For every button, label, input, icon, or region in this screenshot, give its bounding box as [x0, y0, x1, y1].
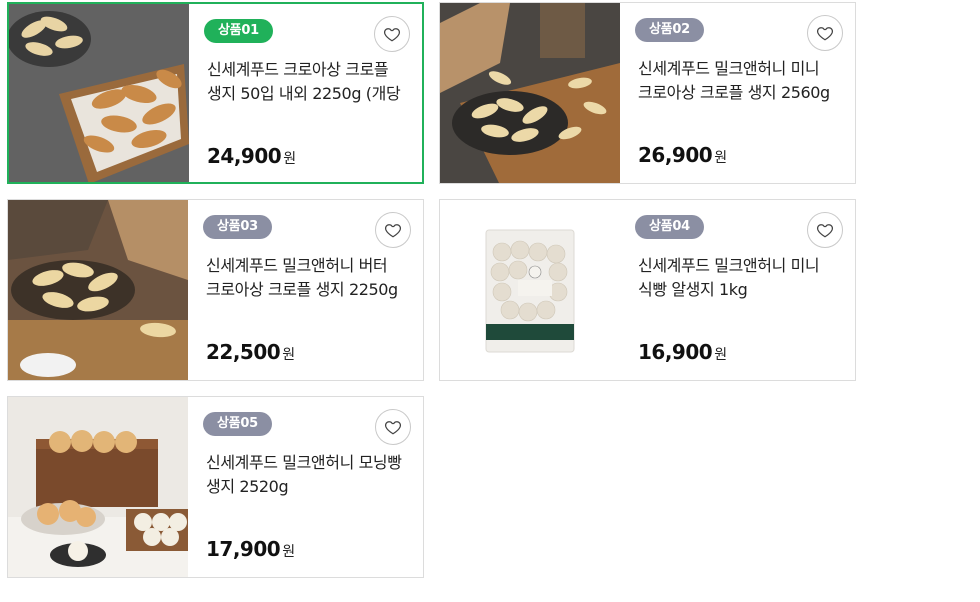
product-image-01[interactable] — [9, 4, 189, 182]
product-info-03: 상품03 신세계푸드 밀크앤허니 버터 크로아상 크로플 생지 2250g 22… — [188, 200, 423, 380]
product-info-02: 상품02 신세계푸드 밀크앤허니 미니 크로아상 크로플 생지 2560g 26… — [620, 3, 855, 183]
currency-unit: 원 — [282, 544, 296, 560]
product-title[interactable]: 신세계푸드 밀크앤허니 버터 크로아상 크로플 생지 2250g — [206, 254, 413, 302]
product-image-02[interactable] — [440, 3, 620, 183]
currency-unit: 원 — [714, 150, 728, 166]
product-card-01[interactable]: 상품01 신세계푸드 크로아상 크로플 생지 50입 내외 2250g (개당 … — [7, 2, 424, 184]
product-price: 26,900 — [638, 143, 713, 167]
product-title[interactable]: 신세계푸드 밀크앤허니 미니 식빵 알생지 1kg — [638, 254, 845, 302]
product-price: 16,900 — [638, 340, 713, 364]
heart-outline-icon — [384, 421, 402, 435]
currency-unit: 원 — [714, 347, 728, 363]
product-card-05[interactable]: 상품05 신세계푸드 밀크앤허니 모닝빵 생지 2520g 17,900 원 — [7, 396, 424, 578]
product-card-03[interactable]: 상품03 신세계푸드 밀크앤허니 버터 크로아상 크로플 생지 2250g 22… — [7, 199, 424, 381]
heart-outline-icon — [816, 27, 834, 41]
product-price: 24,900 — [207, 144, 282, 168]
product-image-03[interactable] — [8, 200, 188, 380]
product-image-04[interactable] — [440, 200, 620, 380]
product-grid: 상품01 신세계푸드 크로아상 크로플 생지 50입 내외 2250g (개당 … — [7, 2, 857, 582]
product-number-badge: 상품01 — [204, 19, 273, 43]
wishlist-button[interactable] — [374, 16, 410, 52]
heart-outline-icon — [383, 28, 401, 42]
wishlist-button[interactable] — [375, 212, 411, 248]
product-info-05: 상품05 신세계푸드 밀크앤허니 모닝빵 생지 2520g 17,900 원 — [188, 397, 423, 577]
heart-outline-icon — [816, 224, 834, 238]
product-number-badge: 상품04 — [635, 215, 704, 239]
product-title[interactable]: 신세계푸드 밀크앤허니 미니 크로아상 크로플 생지 2560g — [638, 57, 845, 105]
product-card-04[interactable]: 상품04 신세계푸드 밀크앤허니 미니 식빵 알생지 1kg 16,900 원 — [439, 199, 856, 381]
product-price-row: 26,900 원 — [638, 143, 727, 167]
currency-unit: 원 — [283, 151, 297, 167]
product-price: 22,500 — [206, 340, 281, 364]
wishlist-button[interactable] — [807, 212, 843, 248]
currency-unit: 원 — [282, 347, 296, 363]
product-number-badge: 상품05 — [203, 412, 272, 436]
product-number-badge: 상품02 — [635, 18, 704, 42]
product-number-badge: 상품03 — [203, 215, 272, 239]
wishlist-button[interactable] — [807, 15, 843, 51]
product-title[interactable]: 신세계푸드 밀크앤허니 모닝빵 생지 2520g — [206, 451, 413, 499]
product-title[interactable]: 신세계푸드 크로아상 크로플 생지 50입 내외 2250g (개당 — [207, 58, 412, 106]
product-price: 17,900 — [206, 537, 281, 561]
product-card-02[interactable]: 상품02 신세계푸드 밀크앤허니 미니 크로아상 크로플 생지 2560g 26… — [439, 2, 856, 184]
product-image-05[interactable] — [8, 397, 188, 577]
product-info-04: 상품04 신세계푸드 밀크앤허니 미니 식빵 알생지 1kg 16,900 원 — [620, 200, 855, 380]
product-price-row: 22,500 원 — [206, 340, 295, 364]
heart-outline-icon — [384, 224, 402, 238]
wishlist-button[interactable] — [375, 409, 411, 445]
product-price-row: 17,900 원 — [206, 537, 295, 561]
product-price-row: 16,900 원 — [638, 340, 727, 364]
product-price-row: 24,900 원 — [207, 144, 296, 168]
product-info-01: 상품01 신세계푸드 크로아상 크로플 생지 50입 내외 2250g (개당 … — [189, 4, 422, 182]
